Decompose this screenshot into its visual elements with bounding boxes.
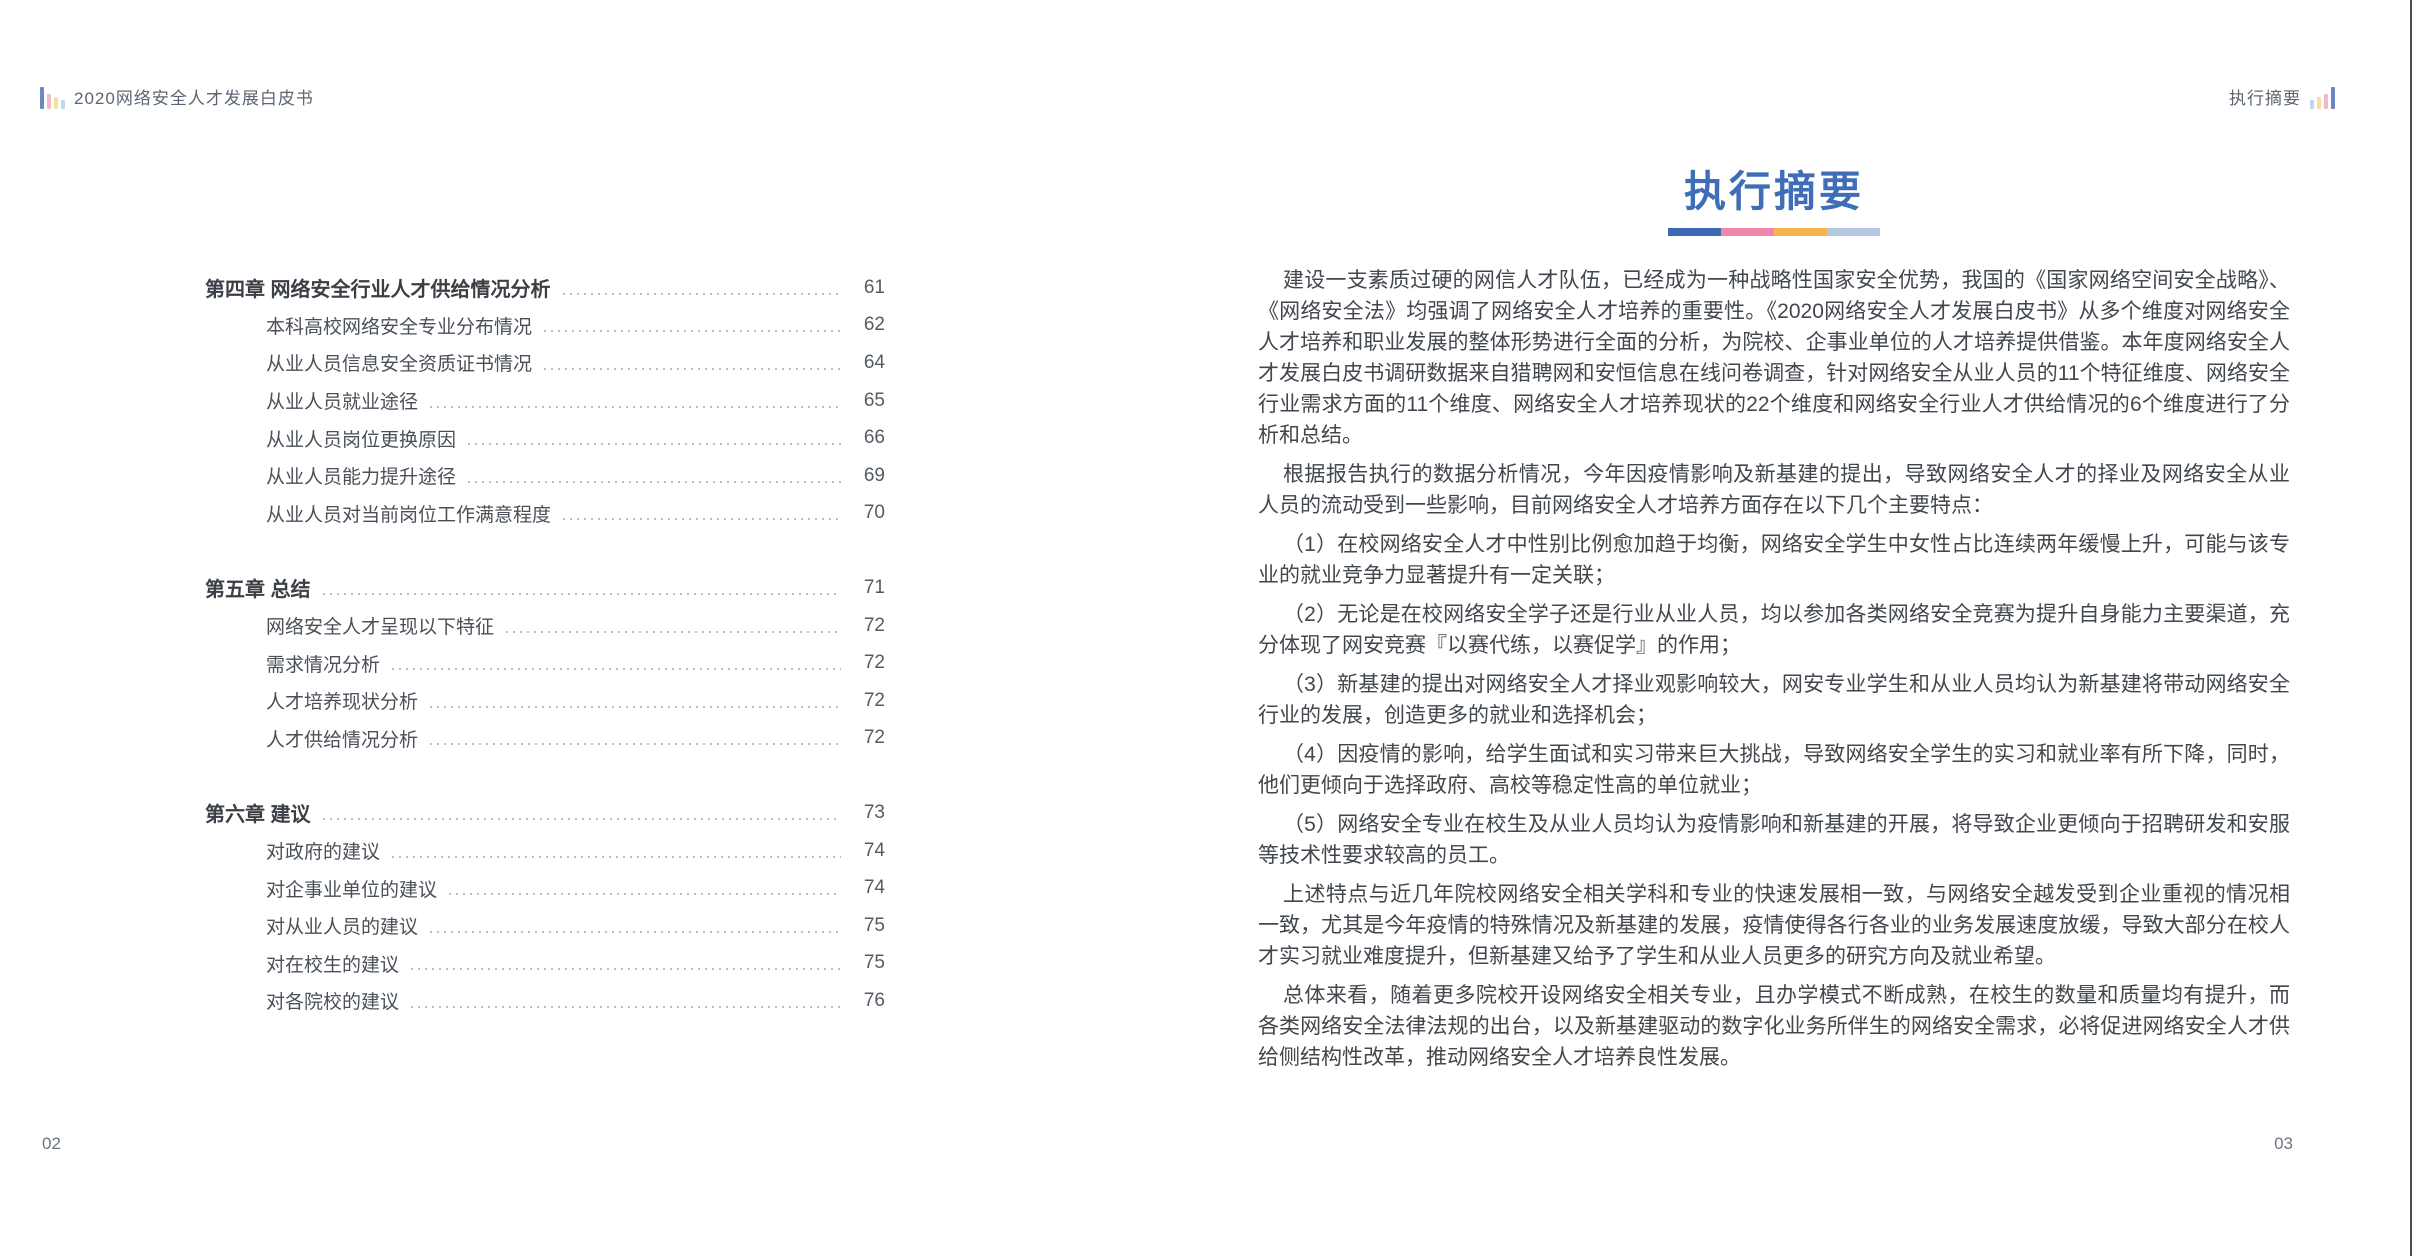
dotted-leader bbox=[544, 368, 841, 370]
toc-entry[interactable]: 对从业人员的建议 75 bbox=[205, 907, 885, 945]
toc-entry-page: 75 bbox=[851, 915, 885, 937]
summary-paragraph: （3）新基建的提出对网络安全人才择业观影响较大，网安专业学生和从业人员均认为新基… bbox=[1258, 669, 2290, 731]
summary-body: 建设一支素质过硬的网信人才队伍，已经成为一种战略性国家安全优势，我国的《国家网络… bbox=[1258, 265, 2290, 1073]
toc-entry-label: 对企事业单位的建议 bbox=[266, 875, 437, 902]
toc-entry-label: 人才供给情况分析 bbox=[266, 725, 418, 752]
toc-entry[interactable]: 人才供给情况分析 72 bbox=[205, 720, 885, 758]
toc-entry-page: 61 bbox=[851, 277, 885, 299]
toc-entry-page: 75 bbox=[851, 952, 885, 974]
dotted-leader bbox=[449, 893, 841, 895]
summary-paragraph: （2）无论是在校网络安全学子还是行业从业人员，均以参加各类网络安全竞赛为提升自身… bbox=[1258, 599, 2290, 661]
dotted-leader bbox=[392, 856, 841, 858]
toc-section-chapter6: 第六章 建议 73 对政府的建议 74 对企事业单位的建议 74 对从业人员的建… bbox=[205, 794, 885, 1020]
toc-entry-page: 74 bbox=[851, 840, 885, 862]
dotted-leader bbox=[323, 818, 841, 820]
dotted-leader bbox=[468, 481, 841, 483]
dotted-leader bbox=[430, 406, 841, 408]
toc-entry-label: 从业人员对当前岗位工作满意程度 bbox=[266, 500, 551, 527]
toc-entry[interactable]: 本科高校网络安全专业分布情况 62 bbox=[205, 307, 885, 345]
toc-entry-label: 网络安全人才呈现以下特征 bbox=[266, 612, 494, 639]
toc-entry-page: 76 bbox=[851, 990, 885, 1012]
toc-entry[interactable]: 从业人员信息安全资质证书情况 64 bbox=[205, 344, 885, 382]
toc-entry-page: 72 bbox=[851, 615, 885, 637]
dotted-leader bbox=[563, 293, 841, 295]
toc-entry-label: 第五章 总结 bbox=[205, 573, 311, 602]
toc-entry[interactable]: 对各院校的建议 76 bbox=[205, 982, 885, 1020]
dotted-leader bbox=[430, 931, 841, 933]
toc-entry-label: 从业人员信息安全资质证书情况 bbox=[266, 349, 532, 376]
right-page-number: 03 bbox=[2274, 1134, 2293, 1154]
toc-entry[interactable]: 对在校生的建议 75 bbox=[205, 945, 885, 983]
toc-entry-page: 64 bbox=[851, 352, 885, 374]
summary-paragraph: 建设一支素质过硬的网信人才队伍，已经成为一种战略性国家安全优势，我国的《国家网络… bbox=[1258, 265, 2290, 451]
right-running-header: 执行摘要 bbox=[2229, 84, 2335, 109]
dotted-leader bbox=[506, 631, 841, 633]
dotted-leader bbox=[411, 968, 841, 970]
left-header-title: 2020网络安全人才发展白皮书 bbox=[74, 84, 314, 109]
toc-entry[interactable]: 从业人员就业途径 65 bbox=[205, 382, 885, 420]
summary-paragraph: （4）因疫情的影响，给学生面试和实习带来巨大挑战，导致网络安全学生的实习和就业率… bbox=[1258, 739, 2290, 801]
toc-entry[interactable]: 第四章 网络安全行业人才供给情况分析 61 bbox=[205, 269, 885, 307]
dotted-leader bbox=[563, 518, 841, 520]
toc-entry-label: 对在校生的建议 bbox=[266, 950, 399, 977]
left-page-number: 02 bbox=[42, 1134, 61, 1154]
toc-entry-label: 需求情况分析 bbox=[266, 650, 380, 677]
document-spread: 2020网络安全人才发展白皮书 执行摘要 第四章 网络安全行业人才供给情况分析 … bbox=[0, 0, 2416, 1256]
dotted-leader bbox=[468, 443, 841, 445]
toc-entry-page: 72 bbox=[851, 690, 885, 712]
toc-entry-label: 本科高校网络安全专业分布情况 bbox=[266, 312, 532, 339]
toc-entry-page: 65 bbox=[851, 390, 885, 412]
toc-entry-page: 73 bbox=[851, 802, 885, 824]
toc-entry-label: 对政府的建议 bbox=[266, 837, 380, 864]
toc-entry-page: 62 bbox=[851, 314, 885, 336]
toc-entry[interactable]: 从业人员对当前岗位工作满意程度 70 bbox=[205, 495, 885, 533]
toc-entry-page: 72 bbox=[851, 727, 885, 749]
toc-entry[interactable]: 人才培养现状分析 72 bbox=[205, 682, 885, 720]
dotted-leader bbox=[430, 706, 841, 708]
window-edge-divider bbox=[2410, 0, 2412, 1256]
toc-entry-page: 71 bbox=[851, 577, 885, 599]
summary-paragraph: 根据报告执行的数据分析情况，今年因疫情影响及新基建的提出，导致网络安全人才的择业… bbox=[1258, 459, 2290, 521]
toc-entry-page: 72 bbox=[851, 652, 885, 674]
dotted-leader bbox=[411, 1006, 841, 1008]
summary-paragraph: 上述特点与近几年院校网络安全相关学科和专业的快速发展相一致，与网络安全越发受到企… bbox=[1258, 879, 2290, 972]
toc-entry[interactable]: 从业人员岗位更换原因 66 bbox=[205, 419, 885, 457]
toc-entry-label: 对各院校的建议 bbox=[266, 987, 399, 1014]
toc-entry-label: 从业人员就业途径 bbox=[266, 387, 418, 414]
toc-entry-page: 69 bbox=[851, 465, 885, 487]
dotted-leader bbox=[430, 743, 841, 745]
left-running-header: 2020网络安全人才发展白皮书 bbox=[40, 84, 314, 109]
toc-entry-page: 66 bbox=[851, 427, 885, 449]
dotted-leader bbox=[544, 330, 841, 332]
toc-entry[interactable]: 第五章 总结 71 bbox=[205, 569, 885, 607]
toc-entry[interactable]: 第六章 建议 73 bbox=[205, 794, 885, 832]
toc-section-chapter5: 第五章 总结 71 网络安全人才呈现以下特征 72 需求情况分析 72 人才培养… bbox=[205, 569, 885, 757]
summary-paragraph: （5）网络安全专业在校生及从业人员均认为疫情影响和新基建的开展，将导致企业更倾向… bbox=[1258, 809, 2290, 871]
toc-entry-page: 74 bbox=[851, 877, 885, 899]
bar-chart-icon bbox=[40, 85, 65, 109]
toc-entry-label: 人才培养现状分析 bbox=[266, 687, 418, 714]
toc-entry-label: 从业人员能力提升途径 bbox=[266, 462, 456, 489]
toc-entry-label: 第六章 建议 bbox=[205, 798, 311, 827]
toc-entry[interactable]: 网络安全人才呈现以下特征 72 bbox=[205, 607, 885, 645]
bar-chart-icon bbox=[2310, 85, 2335, 109]
table-of-contents: 第四章 网络安全行业人才供给情况分析 61 本科高校网络安全专业分布情况 62 … bbox=[205, 269, 885, 1020]
executive-summary-section: 执行摘要 建设一支素质过硬的网信人才队伍，已经成为一种战略性国家安全优势，我国的… bbox=[1258, 166, 2290, 1073]
right-header-title: 执行摘要 bbox=[2229, 84, 2301, 109]
dotted-leader bbox=[323, 593, 841, 595]
toc-entry-label: 对从业人员的建议 bbox=[266, 912, 418, 939]
summary-paragraph: （1）在校网络安全人才中性别比例愈加趋于均衡，网络安全学生中女性占比连续两年缓慢… bbox=[1258, 529, 2290, 591]
toc-entry-label: 从业人员岗位更换原因 bbox=[266, 425, 456, 452]
dotted-leader bbox=[392, 668, 841, 670]
page-title: 执行摘要 bbox=[1258, 166, 2290, 218]
summary-paragraph: 总体来看，随着更多院校开设网络安全相关专业，且办学模式不断成熟，在校生的数量和质… bbox=[1258, 980, 2290, 1073]
toc-entry[interactable]: 需求情况分析 72 bbox=[205, 644, 885, 682]
toc-section-chapter4: 第四章 网络安全行业人才供给情况分析 61 本科高校网络安全专业分布情况 62 … bbox=[205, 269, 885, 532]
toc-entry-page: 70 bbox=[851, 502, 885, 524]
toc-entry[interactable]: 对企事业单位的建议 74 bbox=[205, 869, 885, 907]
title-underline-decoration bbox=[1668, 228, 1880, 236]
toc-entry[interactable]: 对政府的建议 74 bbox=[205, 832, 885, 870]
toc-entry-label: 第四章 网络安全行业人才供给情况分析 bbox=[205, 273, 551, 302]
toc-entry[interactable]: 从业人员能力提升途径 69 bbox=[205, 457, 885, 495]
